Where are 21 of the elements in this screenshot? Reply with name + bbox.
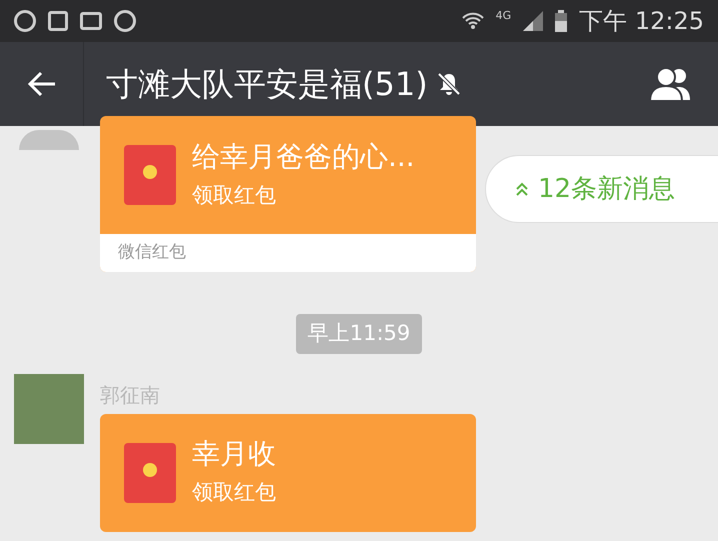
avatar-photo-placeholder (14, 374, 84, 444)
packet-action: 领取红包 (192, 479, 276, 506)
packet-footer: 微信红包 (118, 240, 186, 266)
packet-bubble[interactable]: 给幸月爸爸的心... 领取红包 微信红包 (100, 116, 476, 272)
packet-action: 领取红包 (192, 182, 277, 209)
new-messages-button[interactable]: 12条新消息 (485, 155, 718, 223)
chat-title: 寸滩大队平安是福(51) (106, 64, 428, 105)
avatar-icon (19, 130, 79, 150)
packet-greeting: 给幸月爸爸的心... (192, 138, 415, 174)
packet-bubble[interactable]: 幸月收 领取红包 (100, 414, 476, 532)
back-arrow-icon (26, 70, 56, 98)
status-time: 下午 12:25 (579, 6, 704, 37)
signal-icon (523, 11, 544, 31)
network-label: 4G (496, 8, 512, 24)
double-chevron-up-icon (516, 182, 528, 196)
envelope-icon (124, 145, 176, 205)
time-stamp: 早上11:59 (296, 314, 422, 354)
packet-greeting: 幸月收 (192, 436, 276, 472)
battery-icon (555, 10, 568, 32)
envelope-icon (124, 442, 176, 502)
wifi-icon (462, 11, 484, 31)
